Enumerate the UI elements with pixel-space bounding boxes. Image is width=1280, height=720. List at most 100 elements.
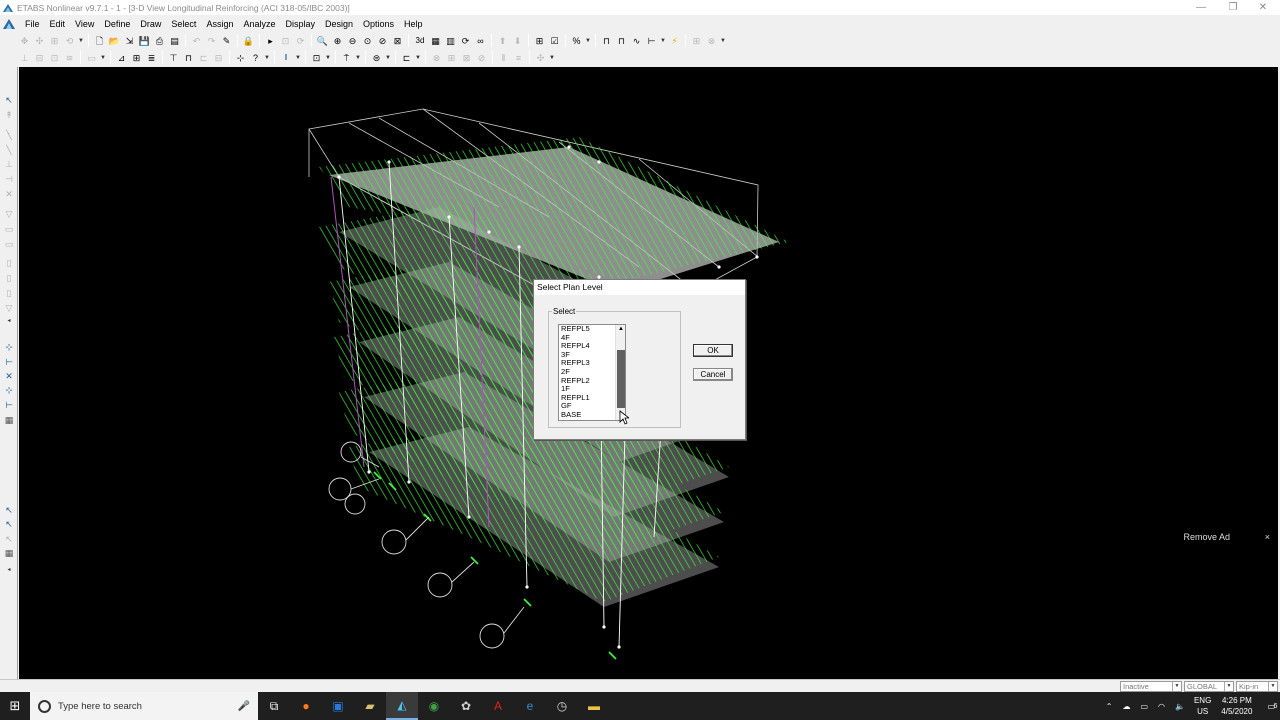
plan-view-icon[interactable]: ▦	[429, 35, 442, 47]
rubber-band-icon[interactable]: ⊞	[48, 35, 61, 47]
wifi-icon[interactable]: ◠	[1158, 702, 1165, 711]
firefox-icon[interactable]: ●	[290, 692, 322, 720]
onedrive-icon[interactable]: ☁	[1122, 702, 1130, 711]
frame-lines-icon[interactable]: ⫴	[497, 52, 510, 64]
open-folder-icon[interactable]: 📂	[108, 35, 121, 47]
get-previous-selection-icon[interactable]: ↖	[3, 518, 15, 530]
draw-dimension-icon[interactable]: ▽	[3, 302, 15, 314]
rotate-3d-icon[interactable]: ⟳	[459, 35, 472, 47]
menu-design[interactable]: Design	[320, 16, 358, 32]
menu-analyze[interactable]: Analyze	[238, 16, 280, 32]
dropdown-arrow-icon[interactable]: ▼	[264, 55, 270, 61]
merge-icon[interactable]: ⊘	[475, 52, 488, 64]
notification-center-icon[interactable]: ▭ 6	[1267, 702, 1277, 711]
settings-app-icon[interactable]: ✿	[450, 692, 482, 720]
volume-icon[interactable]: 🔈	[1175, 702, 1185, 711]
menu-assign[interactable]: Assign	[201, 16, 238, 32]
lock-icon[interactable]: 🔒	[242, 35, 255, 47]
network-device-icon[interactable]: ▭	[1140, 702, 1148, 711]
design-results-icon[interactable]: ⊢	[645, 35, 658, 47]
draw-wall-vertical-icon[interactable]: ▯	[3, 257, 15, 269]
dropdown-arrow-icon[interactable]: ▼	[355, 55, 361, 61]
print-tables-icon[interactable]: ▤	[168, 35, 181, 47]
language-indicator[interactable]: ENG US	[1194, 695, 1211, 717]
menu-define[interactable]: Define	[99, 16, 135, 32]
remove-ad-link[interactable]: Remove Ad	[1183, 532, 1230, 542]
assign-joint-icon[interactable]: ⊡	[310, 52, 323, 64]
elevation-view-icon[interactable]: ▥	[444, 35, 457, 47]
snap-ends-icon[interactable]: ⊢	[3, 356, 15, 368]
grid-lines-icon[interactable]: ⊞	[130, 52, 143, 64]
model-explorer-icon[interactable]: ⊡	[279, 35, 292, 47]
forces-icon[interactable]: ∿	[630, 35, 643, 47]
dropdown-arrow-icon[interactable]: ◂	[3, 315, 15, 327]
dropdown-arrow-icon[interactable]: ▼	[585, 38, 591, 44]
refresh-window-icon[interactable]: ⟳	[294, 35, 307, 47]
scroll-thumb[interactable]	[617, 350, 625, 408]
dropdown-arrow-icon[interactable]: ▼	[385, 55, 391, 61]
tray-chevron-icon[interactable]: ⌃	[1106, 702, 1113, 711]
save-icon[interactable]: 💾	[138, 35, 151, 47]
restore-button[interactable]: ❐	[1218, 0, 1248, 15]
acrobat-icon[interactable]: A	[482, 692, 514, 720]
taskbar-search-box[interactable]: Type here to search 🎤	[30, 692, 258, 720]
shell-lines-icon[interactable]: ≡	[512, 52, 525, 64]
dropdown-arrow-icon[interactable]: ▼	[720, 38, 726, 44]
perspective-icon[interactable]: ∞	[474, 35, 487, 47]
edge-icon[interactable]: e	[514, 692, 546, 720]
import-icon[interactable]: ⇲	[123, 35, 136, 47]
align-icon[interactable]: ⊞	[445, 52, 458, 64]
dropdown-arrow-icon[interactable]: ▼	[325, 55, 331, 61]
pointer-zoom-icon[interactable]: ✥	[18, 35, 31, 47]
stopwatch-icon[interactable]: ◷	[546, 692, 578, 720]
draw-beam-vertical-icon[interactable]: ⊣	[3, 173, 15, 185]
help-cursor-icon[interactable]: ?	[249, 52, 262, 64]
dropdown-arrow-icon[interactable]: ▼	[100, 55, 106, 61]
view-3d-button[interactable]: 3d	[413, 35, 427, 47]
units-combo[interactable]: Kip-in ▼	[1236, 681, 1278, 692]
assign-frame-icon[interactable]: ⍑	[340, 52, 353, 64]
building-view-options-icon[interactable]: ☑	[548, 35, 561, 47]
pan-view-icon[interactable]: ⊠	[391, 35, 404, 47]
steel-design-icon[interactable]: ⊗	[705, 35, 718, 47]
snap-fine-grid-icon[interactable]: ▦	[3, 414, 15, 426]
slab-section-icon[interactable]: ⊏	[197, 52, 210, 64]
dropdown-arrow-icon[interactable]: ▼	[78, 38, 84, 44]
file-explorer-icon[interactable]: ▬	[578, 692, 610, 720]
draw-ramp-icon[interactable]: ▯	[3, 287, 15, 299]
draw-brace-vertical-icon[interactable]: ✕	[3, 188, 15, 200]
close-button[interactable]: ✕	[1248, 0, 1278, 15]
new-model-icon[interactable]: 🗋	[93, 35, 106, 47]
divide-icon[interactable]: ⊠	[460, 52, 473, 64]
word-icon[interactable]: ▣	[322, 692, 354, 720]
replicate-icon[interactable]: ⊗	[430, 52, 443, 64]
minimize-button[interactable]: —	[1186, 0, 1216, 15]
display-load-icon[interactable]: ⊏	[400, 52, 413, 64]
run-analysis-icon[interactable]: ▸	[264, 35, 277, 47]
mdi-child-icon[interactable]	[2, 18, 16, 30]
menu-options[interactable]: Options	[358, 16, 399, 32]
draw-brace-icon[interactable]: ⊡	[48, 52, 61, 64]
snap-lines-icon[interactable]: ⊢	[3, 399, 15, 411]
chrome-icon[interactable]: ◉	[418, 692, 450, 720]
draw-shell-icon[interactable]: ▽	[3, 208, 15, 220]
ad-close-icon[interactable]: ×	[1265, 532, 1270, 542]
draw-area-click-icon[interactable]: ▭	[3, 238, 15, 250]
menu-display[interactable]: Display	[280, 16, 320, 32]
status-mode-combo[interactable]: Inactive ▼	[1120, 681, 1182, 692]
snap-perpendicular-icon[interactable]: ⊹	[3, 384, 15, 396]
frame-deformed-icon[interactable]: ⊓	[600, 35, 613, 47]
scroll-up-arrow-icon[interactable]: ▲	[616, 325, 625, 334]
clear-selection-icon[interactable]: ↖	[3, 533, 15, 545]
draw-rect-area-icon[interactable]: ▭	[3, 223, 15, 235]
show-grid-icon[interactable]: ⊿	[115, 52, 128, 64]
ok-button[interactable]: OK	[693, 344, 733, 357]
zoom-previous-icon[interactable]: ⊘	[376, 35, 389, 47]
windows-start-icon[interactable]: ⊞	[0, 692, 30, 720]
menu-file[interactable]: File	[20, 16, 45, 32]
notes-icon[interactable]: ▰	[354, 692, 386, 720]
draw-beam-icon[interactable]: ⊟	[33, 52, 46, 64]
select-pointer-icon[interactable]: ↖	[3, 94, 15, 106]
set-display-options-icon[interactable]: ⊞	[533, 35, 546, 47]
menu-view[interactable]: View	[70, 16, 99, 32]
